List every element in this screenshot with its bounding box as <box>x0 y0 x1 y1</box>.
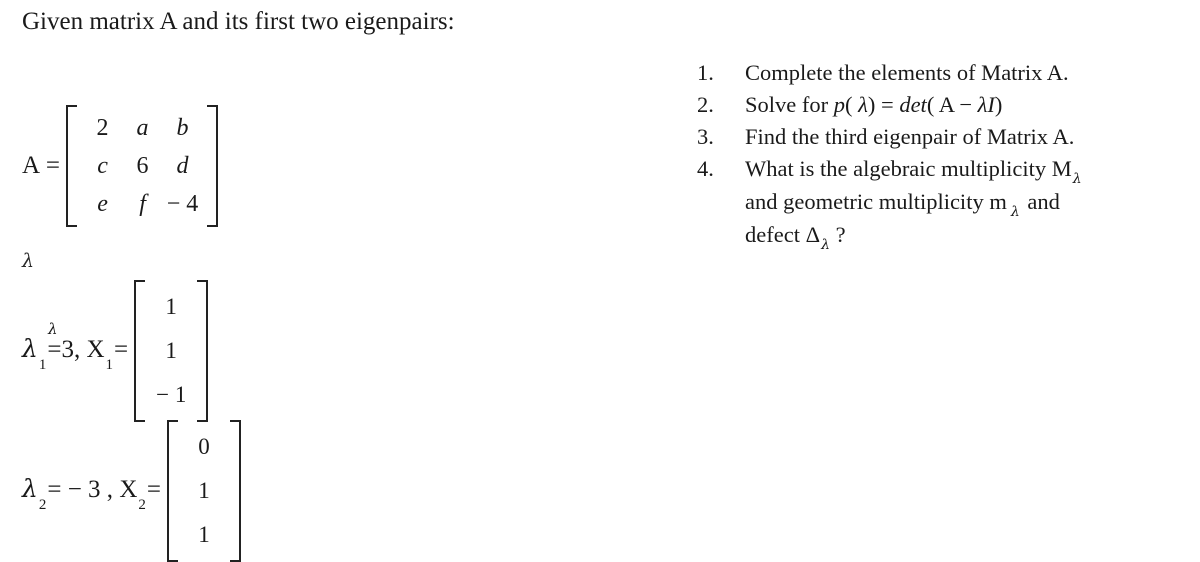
eigenvector-1: 1 1 − 1 <box>134 280 209 422</box>
task-fragment: p <box>833 92 845 117</box>
task-fragment: λI <box>977 92 995 117</box>
task-item-2: 2. Solve for p( λ) = det( A − λI) <box>697 90 1187 120</box>
task-fragment: ( <box>845 92 859 117</box>
eigenvector-2-subscript: 2 <box>138 497 146 513</box>
eigenvector-1-equals: = <box>114 336 129 363</box>
task-fragment: Find the third eigenpair of Matrix A. <box>745 124 1075 149</box>
matrix-row: e f − 4 <box>83 185 203 223</box>
task-text: What is the algebraic multiplicity Mλ and… <box>745 154 1187 253</box>
matrix-row: c 6 d <box>83 147 203 185</box>
vector-row: 1 <box>186 469 222 513</box>
vector-row: 1 <box>153 285 189 329</box>
vector-cell: 1 <box>198 478 210 503</box>
task-number: 3. <box>697 124 714 149</box>
matrix-row: 2 a b <box>83 109 203 147</box>
matrix-a-label: A = <box>22 152 61 179</box>
matrix-cell: a <box>136 115 149 141</box>
eigenpair-1-overset-lambda: λ <box>48 320 58 338</box>
eigenpair-2-value: = − 3 , <box>47 476 114 503</box>
stray-lambda-symbol: λ <box>22 250 35 272</box>
task-fragment: Complete the elements of Matrix A. <box>745 60 1069 85</box>
bracket-left <box>65 105 77 227</box>
task-list: 1. Complete the elements of Matrix A. 2. So… <box>697 58 1187 255</box>
task-line: Complete the elements of Matrix A. <box>745 58 1187 88</box>
eigenvector-1-subscript: 1 <box>105 357 114 373</box>
bracket-right <box>229 420 241 562</box>
task-fragment: λ <box>1010 204 1020 220</box>
eigenvector-2-rows: 0 1 1 <box>178 420 230 562</box>
task-line: What is the algebraic multiplicity Mλ <box>745 154 1187 187</box>
task-number: 4. <box>697 156 714 181</box>
vector-row: − 1 <box>153 373 189 417</box>
vector-row: 0 <box>186 425 222 469</box>
bracket-right <box>206 105 218 227</box>
task-line: defect Δλ ? <box>745 220 1187 253</box>
task-fragment: and geometric multiplicity m <box>745 189 1007 214</box>
eigenvector-1-rows: 1 1 − 1 <box>145 280 197 422</box>
eigenpair-2-lambda: λ <box>22 474 38 503</box>
vector-row: 1 <box>153 329 189 373</box>
vector-cell: − 1 <box>156 382 187 407</box>
eigenvector-2-label: X <box>119 476 138 503</box>
task-fragment: λ <box>821 237 830 253</box>
task-fragment: ) <box>994 92 1003 117</box>
matrix-cell: f <box>139 191 146 217</box>
task-line: Solve for p( λ) = det( A − λI) <box>745 90 1187 120</box>
eigenpair-1-lambda: λ <box>22 334 38 363</box>
eigenvector-1-label: X <box>86 336 105 363</box>
task-fragment: Solve for <box>745 92 834 117</box>
task-fragment: ) = <box>867 92 900 117</box>
task-fragment: and <box>1021 189 1060 214</box>
task-fragment: What is the algebraic multiplicity M <box>745 156 1072 181</box>
bracket-left <box>134 280 146 422</box>
task-fragment: λ <box>858 92 868 117</box>
matrix-cell: − 4 <box>166 191 199 217</box>
eigenpair-1-lhs: λ λ1=3, X1= <box>22 320 129 373</box>
bracket-left <box>166 420 178 562</box>
task-text: Solve for p( λ) = det( A − λI) <box>745 90 1187 120</box>
vector-cell: 1 <box>165 294 177 319</box>
eigenpair-1-value: =3, <box>47 336 81 363</box>
page-title: Given matrix A and its first two eigenpa… <box>22 8 455 35</box>
task-line: Find the third eigenpair of Matrix A. <box>745 122 1187 152</box>
task-fragment: ? <box>829 222 846 247</box>
matrix-a-rows: 2 a b c 6 d e f − 4 <box>77 105 207 227</box>
matrix-a-equation: A = 2 a b c 6 d e f − 4 <box>22 105 218 227</box>
task-item-4: 4. What is the algebraic multiplicity Mλ a… <box>697 154 1187 253</box>
eigenpair-1: λ λ1=3, X1= 1 1− 1 <box>22 280 209 422</box>
task-fragment: λ <box>1072 171 1082 187</box>
eigenpair-2: λ2= − 3 , X2= 011 <box>22 420 241 562</box>
task-fragment: det <box>899 92 927 117</box>
task-fragment: ( A − <box>926 92 978 117</box>
matrix-cell: 2 <box>96 115 109 141</box>
task-line: and geometric multiplicity mλ and <box>745 187 1187 220</box>
vector-cell: 1 <box>198 522 210 547</box>
eigenpair-1-subscript: 1 <box>38 357 47 373</box>
task-item-3: 3. Find the third eigenpair of Matrix A. <box>697 122 1187 152</box>
vector-cell: 1 <box>165 338 177 363</box>
eigenpair-2-lhs: λ2= − 3 , X2= <box>22 474 161 513</box>
task-fragment: defect Δ <box>745 222 821 247</box>
task-text: Complete the elements of Matrix A. <box>745 58 1187 88</box>
task-number: 2. <box>697 92 714 117</box>
eigenpair-2-subscript: 2 <box>38 497 47 513</box>
matrix-cell: d <box>176 153 189 179</box>
matrix-cell: 6 <box>136 153 149 179</box>
task-item-1: 1. Complete the elements of Matrix A. <box>697 58 1187 88</box>
task-number: 1. <box>697 60 714 85</box>
matrix-cell: b <box>176 115 189 141</box>
matrix-cell: c <box>97 153 108 179</box>
eigenvector-2: 0 1 1 <box>166 420 241 562</box>
task-text: Find the third eigenpair of Matrix A. <box>745 122 1187 152</box>
matrix-a: 2 a b c 6 d e f − 4 <box>65 105 218 227</box>
bracket-right <box>197 280 209 422</box>
matrix-cell: e <box>97 191 108 217</box>
vector-row: 1 <box>186 513 222 557</box>
eigenvector-2-equals: = <box>146 476 161 503</box>
vector-cell: 0 <box>198 434 210 459</box>
